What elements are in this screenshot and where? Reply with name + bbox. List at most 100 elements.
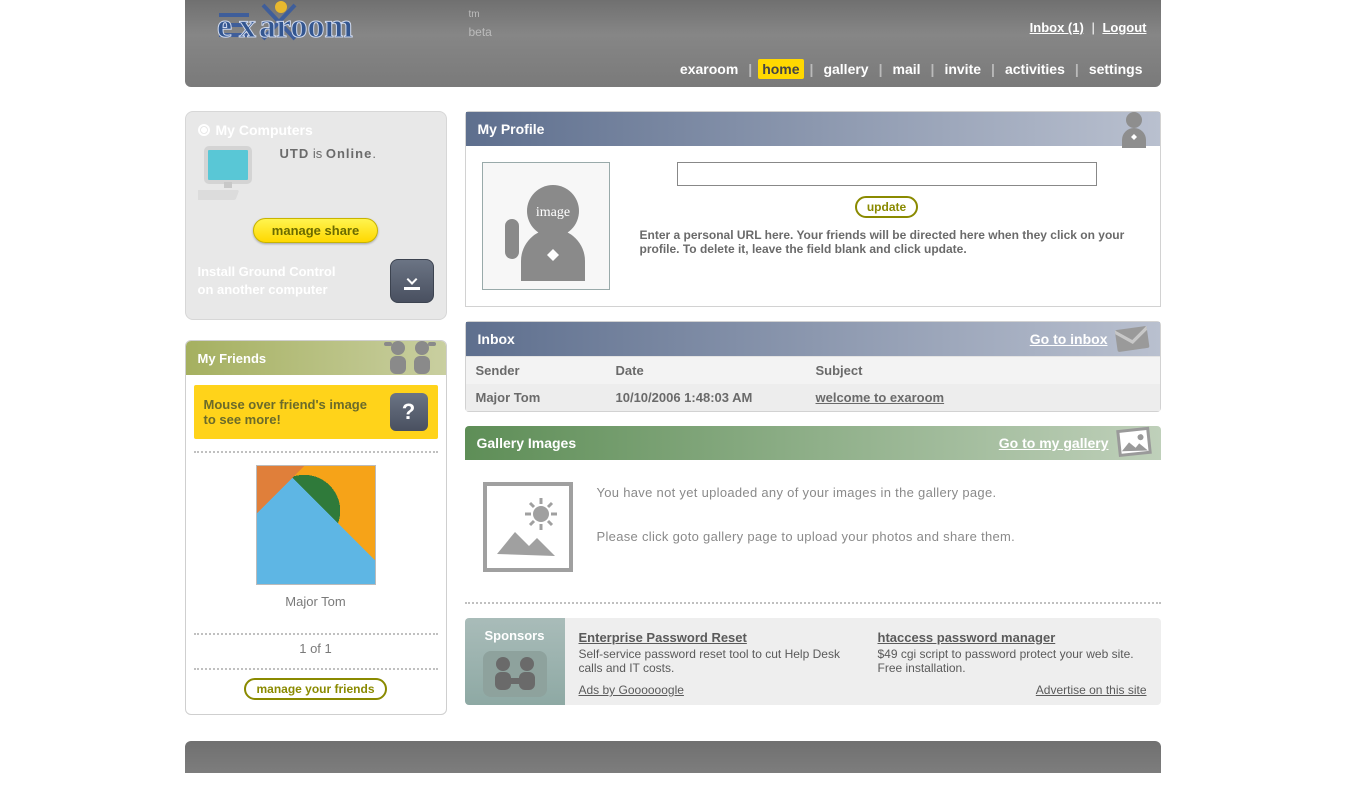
nav-gallery[interactable]: gallery bbox=[819, 59, 872, 79]
separator: | bbox=[879, 61, 883, 77]
my-computers-label: My Computers bbox=[216, 122, 313, 138]
gallery-title: Gallery Images bbox=[477, 435, 577, 451]
inbox-header: Inbox Go to inbox bbox=[466, 322, 1160, 356]
status-online: Online bbox=[326, 146, 372, 161]
separator: | bbox=[1091, 20, 1094, 35]
download-button[interactable] bbox=[390, 259, 434, 303]
logo-tm: tm bbox=[469, 9, 480, 20]
status-dot: . bbox=[372, 146, 376, 161]
computer-name: UTD bbox=[280, 146, 310, 161]
nav-mail[interactable]: mail bbox=[889, 59, 925, 79]
separator: | bbox=[748, 61, 752, 77]
separator: | bbox=[810, 61, 814, 77]
gallery-line2: Please click goto gallery page to upload… bbox=[597, 526, 1016, 548]
download-icon bbox=[400, 269, 424, 293]
sponsors-side: Sponsors bbox=[465, 618, 565, 705]
friend-hint: Mouse over friend's image to see more! ? bbox=[194, 385, 438, 439]
computer-status: UTD is Online. bbox=[280, 146, 376, 161]
goto-gallery-link[interactable]: Go to my gallery bbox=[999, 435, 1109, 451]
separator: | bbox=[1075, 61, 1079, 77]
cell-subject: welcome to exaroom bbox=[806, 384, 1160, 411]
col-date: Date bbox=[606, 357, 806, 385]
header: aroom e x tm beta Inbox (1) | Logout exa… bbox=[185, 0, 1161, 87]
update-button[interactable]: update bbox=[855, 196, 918, 218]
nav-home[interactable]: home bbox=[758, 59, 803, 79]
friend-name: Major Tom bbox=[198, 594, 434, 609]
advertise-link[interactable]: Advertise on this site bbox=[1036, 683, 1147, 697]
my-friends-title: My Friends bbox=[198, 351, 267, 366]
sponsors-label: Sponsors bbox=[471, 628, 559, 643]
gallery-line1: You have not yet uploaded any of your im… bbox=[597, 482, 1016, 504]
my-friends-header: My Friends bbox=[186, 341, 446, 375]
ad-desc: $49 cgi script to password protect your … bbox=[878, 647, 1147, 675]
footer-bar bbox=[185, 741, 1161, 773]
friend-pager: 1 of 1 bbox=[186, 641, 446, 656]
cell-date: 10/10/2006 1:48:03 AM bbox=[606, 384, 806, 411]
inbox-link[interactable]: Inbox (1) bbox=[1030, 20, 1084, 35]
my-profile-title: My Profile bbox=[478, 121, 545, 137]
svg-text:x: x bbox=[239, 8, 256, 45]
manage-share-button[interactable]: manage share bbox=[253, 218, 378, 243]
top-links: Inbox (1) | Logout bbox=[1030, 20, 1147, 35]
divider bbox=[465, 602, 1161, 604]
nav-invite[interactable]: invite bbox=[940, 59, 985, 79]
mail-icon bbox=[1110, 318, 1154, 358]
separator: | bbox=[931, 61, 935, 77]
logo[interactable]: aroom e x tm beta bbox=[209, 0, 489, 58]
avatar-placeholder: image bbox=[482, 162, 610, 290]
ad-desc: Self-service password reset tool to cut … bbox=[579, 647, 848, 675]
svg-text:e: e bbox=[217, 8, 232, 45]
gallery-icon bbox=[1111, 422, 1155, 462]
table-row[interactable]: Major Tom10/10/2006 1:48:03 AM welcome to… bbox=[466, 384, 1160, 411]
sponsor-ad[interactable]: htaccess password manager $49 cgi script … bbox=[878, 630, 1147, 675]
image-icon bbox=[493, 492, 563, 562]
install-line2: on another computer bbox=[198, 282, 328, 297]
profile-help-text: Enter a personal URL here. Your friends … bbox=[630, 228, 1144, 256]
radio-icon bbox=[198, 124, 210, 136]
friend-hint-text: Mouse over friend's image to see more! bbox=[204, 397, 374, 427]
main-nav: exaroom | home | gallery | mail | invite | activit… bbox=[676, 61, 1147, 77]
inbox-title: Inbox bbox=[478, 331, 515, 347]
sponsors-block: Sponsors Enterprise Password Reset Self-s… bbox=[465, 618, 1161, 705]
my-computers-title: My Computers bbox=[198, 122, 434, 138]
col-sender: Sender bbox=[466, 357, 606, 385]
inbox-table: Sender Date Subject Major Tom10/10/2006 … bbox=[466, 356, 1160, 411]
avatar-icon: image bbox=[491, 171, 601, 281]
separator: | bbox=[991, 61, 995, 77]
ads-by-link[interactable]: Ads by Goooooogle bbox=[579, 683, 684, 697]
cell-sender: Major Tom bbox=[466, 384, 606, 411]
inbox-panel: Inbox Go to inbox Sender Date Subject bbox=[465, 321, 1161, 412]
sponsor-ad[interactable]: Enterprise Password Reset Self-service pa… bbox=[579, 630, 848, 675]
friends-icon bbox=[382, 340, 438, 376]
my-profile-panel: My Profile image bbox=[465, 111, 1161, 307]
profile-icon bbox=[1114, 108, 1154, 148]
gallery-thumb-placeholder bbox=[483, 482, 573, 572]
install-line1: Install Ground Control bbox=[198, 264, 336, 279]
gallery-panel: Gallery Images Go to my gallery bbox=[465, 426, 1161, 604]
handshake-icon bbox=[483, 651, 547, 697]
svg-text:image: image bbox=[535, 205, 569, 220]
logout-link[interactable]: Logout bbox=[1102, 20, 1146, 35]
computer-icon bbox=[198, 144, 268, 206]
message-link[interactable]: welcome to exaroom bbox=[816, 390, 945, 405]
manage-friends-button[interactable]: manage your friends bbox=[244, 678, 386, 700]
status-is: is bbox=[313, 146, 322, 161]
friend-avatar[interactable] bbox=[256, 465, 376, 585]
my-profile-header: My Profile bbox=[466, 112, 1160, 146]
nav-activities[interactable]: activities bbox=[1001, 59, 1069, 79]
ad-title[interactable]: Enterprise Password Reset bbox=[579, 630, 848, 645]
col-subject: Subject bbox=[806, 357, 1160, 385]
nav-exaroom[interactable]: exaroom bbox=[676, 59, 742, 79]
profile-url-input[interactable] bbox=[677, 162, 1097, 186]
divider bbox=[194, 633, 438, 635]
gallery-header: Gallery Images Go to my gallery bbox=[465, 426, 1161, 460]
goto-inbox-link[interactable]: Go to inbox bbox=[1030, 331, 1108, 347]
ad-title[interactable]: htaccess password manager bbox=[878, 630, 1147, 645]
install-text: Install Ground Control on another comput… bbox=[198, 263, 336, 298]
logo-beta: beta bbox=[469, 25, 492, 39]
help-icon[interactable]: ? bbox=[390, 393, 428, 431]
nav-settings[interactable]: settings bbox=[1085, 59, 1147, 79]
my-computers-card: My Computers UTD is Online. manage bbox=[185, 111, 447, 320]
my-friends-card: My Friends Mouse over friend's image to … bbox=[185, 340, 447, 715]
svg-text:aroom: aroom bbox=[259, 8, 353, 45]
